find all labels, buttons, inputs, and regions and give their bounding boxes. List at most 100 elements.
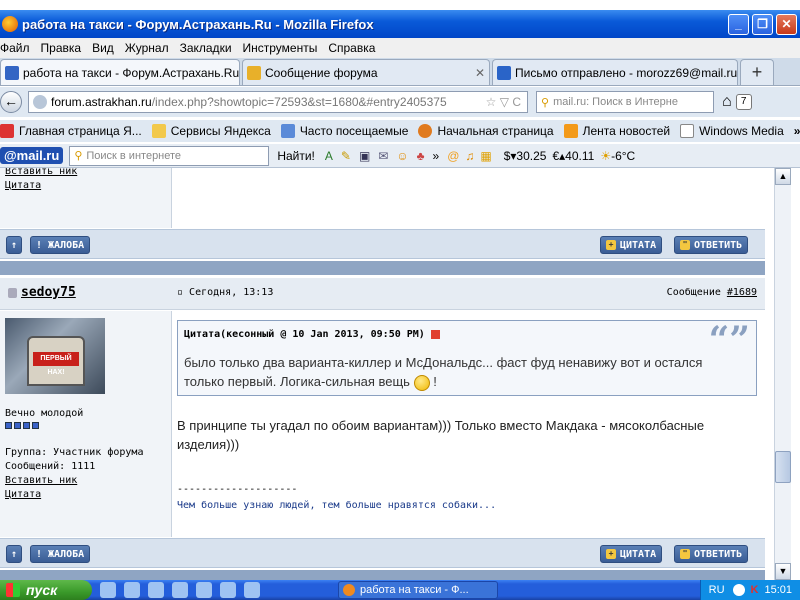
pencil-icon[interactable]: ✎ bbox=[341, 149, 351, 163]
quote-button[interactable]: + ЦИТАТА bbox=[600, 236, 663, 254]
tab-label: Письмо отправлено - morozz69@mail.ru... bbox=[515, 65, 738, 80]
tab-mail[interactable]: Письмо отправлено - morozz69@mail.ru... … bbox=[492, 59, 738, 85]
mail-favicon-icon bbox=[497, 65, 511, 80]
post-separator bbox=[0, 570, 765, 580]
page-scrollbar[interactable]: ▲ ▼ bbox=[774, 168, 791, 580]
close-tab-icon[interactable]: ✕ bbox=[471, 66, 485, 80]
eur-rate[interactable]: €▴40.11 bbox=[552, 149, 594, 163]
post-number: Сообщение #1689 bbox=[667, 287, 757, 298]
scroll-up-button[interactable]: ↑ bbox=[6, 545, 23, 563]
back-button[interactable]: ← bbox=[0, 91, 22, 113]
app-icon[interactable] bbox=[244, 582, 260, 598]
quote-link[interactable]: Цитата bbox=[5, 489, 41, 500]
tray-icon[interactable] bbox=[732, 584, 745, 596]
scroll-up-arrow-icon[interactable]: ▲ bbox=[775, 168, 791, 185]
minimize-button[interactable]: _ bbox=[728, 13, 749, 35]
menu-help[interactable]: Справка bbox=[328, 41, 375, 55]
show-desktop-icon[interactable] bbox=[100, 582, 116, 598]
weather-temp[interactable]: -6°C bbox=[611, 149, 635, 163]
scroll-down-arrow-icon[interactable]: ▼ bbox=[775, 563, 791, 580]
search-engine-icon[interactable]: ⚲ bbox=[541, 96, 549, 109]
plus-icon: + bbox=[606, 240, 616, 250]
agent-icon[interactable]: ♣ bbox=[417, 149, 425, 163]
media-player-icon[interactable] bbox=[124, 582, 140, 598]
games-icon[interactable]: ▦ bbox=[480, 149, 491, 163]
url-bar[interactable]: forum.astrakhan.ru /index.php?showtopic=… bbox=[28, 91, 528, 113]
quote-source-icon[interactable] bbox=[430, 329, 440, 339]
music-icon[interactable]: ♫ bbox=[465, 149, 474, 163]
user-title: Вечно молодой bbox=[5, 408, 84, 419]
reply-button-label: ОТВЕТИТЬ bbox=[694, 548, 743, 560]
clipboard-icon[interactable]: ▣ bbox=[359, 149, 370, 163]
mail-at-icon[interactable]: @ bbox=[447, 149, 459, 163]
bookmarks-more-button[interactable]: » bbox=[794, 124, 800, 138]
insert-nick-link[interactable]: Вставить ник bbox=[5, 168, 77, 177]
quote-button-label: ЦИТАТА bbox=[620, 239, 657, 251]
search-input[interactable]: ⚲ mail.ru: Поиск в Интерне bbox=[536, 91, 714, 113]
menu-bookmarks[interactable]: Закладки bbox=[180, 41, 232, 55]
notification-badge[interactable]: 7 bbox=[735, 94, 752, 110]
menu-edit[interactable]: Правка bbox=[41, 41, 82, 55]
system-tray: RU K 15:01 bbox=[699, 580, 800, 600]
bookmark-yandex-services[interactable]: Сервисы Яндекса bbox=[151, 124, 271, 138]
quote-text-body: было только два варианта-киллер и МсДона… bbox=[184, 355, 703, 389]
search-placeholder: mail.ru: Поиск в Интерне bbox=[553, 96, 678, 108]
bookmark-start-page[interactable]: Начальная страница bbox=[418, 124, 554, 138]
tab-forum-message[interactable]: Сообщение форума ✕ bbox=[242, 59, 490, 85]
kaspersky-icon[interactable]: K bbox=[751, 584, 759, 596]
firefox-icon[interactable] bbox=[148, 582, 164, 598]
maximize-button[interactable]: ❐ bbox=[752, 13, 773, 35]
new-tab-button[interactable]: + bbox=[740, 59, 774, 85]
post-author[interactable]: sedoy75 bbox=[8, 285, 76, 300]
player-icon[interactable] bbox=[220, 582, 236, 598]
bookmark-news-feed[interactable]: Лента новостей bbox=[563, 124, 670, 138]
complaint-button[interactable]: ! ЖАЛОБА bbox=[30, 236, 91, 254]
prev-post-userinfo: Вставить ник Цитата bbox=[0, 168, 172, 228]
complaint-button[interactable]: ! ЖАЛОБА bbox=[30, 545, 91, 563]
mailru-search-input[interactable]: ⚲ Поиск в интернете bbox=[69, 145, 270, 166]
explorer-icon[interactable] bbox=[172, 582, 188, 598]
menu-history[interactable]: Журнал bbox=[125, 41, 169, 55]
reply-button[interactable]: " ОТВЕТИТЬ bbox=[674, 236, 749, 254]
find-button[interactable]: Найти! bbox=[277, 149, 315, 163]
menu-view[interactable]: Вид bbox=[92, 41, 114, 55]
window-titlebar[interactable]: работа на такси - Форум.Астрахань.Ru - M… bbox=[0, 10, 800, 38]
mailru-logo[interactable]: @mail.ru bbox=[0, 147, 64, 164]
clock[interactable]: 15:01 bbox=[764, 584, 792, 596]
scrollbar-thumb[interactable] bbox=[775, 451, 791, 483]
odnoklassniki-icon[interactable]: ☺ bbox=[396, 149, 408, 163]
windows-taskbar: пуск работа на такси - Ф... RU K 15:01 bbox=[0, 580, 800, 600]
menu-file[interactable]: Файл bbox=[0, 41, 30, 55]
quote-button[interactable]: + ЦИТАТА bbox=[600, 545, 663, 563]
prev-post-body bbox=[172, 168, 765, 228]
ie-icon[interactable] bbox=[196, 582, 212, 598]
menu-tools[interactable]: Инструменты bbox=[243, 41, 318, 55]
language-indicator[interactable]: RU bbox=[709, 584, 725, 596]
quote-header: Цитата(кесонный @ 10 Jan 2013, 09:50 PM) bbox=[184, 329, 440, 340]
bookmark-windows-media[interactable]: Windows Media bbox=[680, 124, 784, 138]
taskbar-firefox-window[interactable]: работа на такси - Ф... bbox=[338, 581, 498, 599]
post-number-link[interactable]: #1689 bbox=[727, 287, 757, 298]
bookmark-most-visited[interactable]: Часто посещаемые bbox=[280, 124, 408, 138]
close-window-button[interactable]: ✕ bbox=[776, 13, 797, 35]
avatar: ПЕРВЫЙ НАХ! bbox=[5, 318, 105, 394]
scroll-up-button[interactable]: ↑ bbox=[6, 236, 23, 254]
mail-icon[interactable]: ✉ bbox=[378, 149, 388, 163]
message-favicon-icon bbox=[247, 65, 261, 80]
font-size-icon[interactable]: A bbox=[325, 149, 333, 163]
home-icon[interactable]: ⌂ bbox=[722, 93, 732, 111]
reply-button[interactable]: " ОТВЕТИТЬ bbox=[674, 545, 749, 563]
insert-nick-link[interactable]: Вставить ник bbox=[5, 475, 77, 486]
bookmark-star-icon[interactable]: ☆ ▽ C bbox=[486, 95, 521, 109]
bookmark-label: Сервисы Яндекса bbox=[170, 124, 271, 138]
signature: Чем больше узнаю людей, тем больше нравя… bbox=[177, 500, 497, 511]
quote-link[interactable]: Цитата bbox=[5, 180, 41, 191]
quote-text-tail: ! bbox=[433, 374, 437, 389]
tab-forum[interactable]: работа на такси - Форум.Астрахань.Ru ✕ bbox=[0, 59, 240, 85]
close-tab-icon[interactable]: ✕ bbox=[239, 66, 240, 80]
start-button[interactable]: пуск bbox=[0, 580, 92, 600]
tab-label: работа на такси - Форум.Астрахань.Ru bbox=[23, 65, 240, 80]
toolbar-more-icon[interactable]: » bbox=[433, 149, 440, 163]
bookmark-yandex-home[interactable]: Главная страница Я... bbox=[0, 124, 142, 138]
usd-rate[interactable]: $▾30.25 bbox=[504, 149, 547, 163]
